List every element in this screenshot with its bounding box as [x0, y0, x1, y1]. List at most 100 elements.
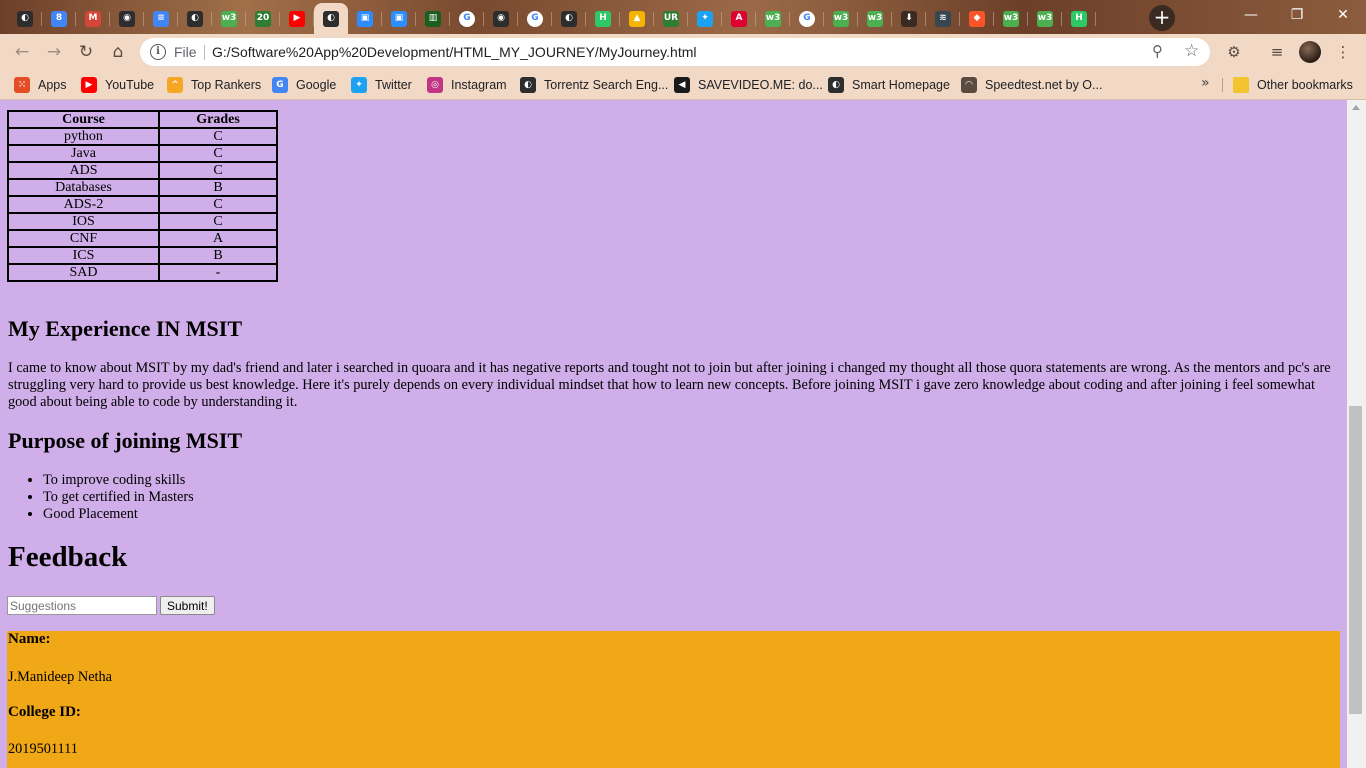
- browser-tab[interactable]: w3: [212, 3, 246, 34]
- browser-tab[interactable]: G: [450, 3, 484, 34]
- bookmark-item[interactable]: ◐ Smart Homepage: [828, 76, 950, 94]
- purpose-heading: Purpose of joining MSIT: [8, 428, 243, 453]
- reading-list-icon[interactable]: ≡: [1267, 42, 1287, 62]
- browser-tab[interactable]: ◉: [110, 3, 144, 34]
- bookmark-label: Top Rankers: [191, 78, 262, 92]
- table-row: ADS-2 C: [7, 195, 278, 214]
- browser-tab[interactable]: ▲: [620, 3, 654, 34]
- address-divider: [204, 45, 205, 60]
- browser-tab[interactable]: w3: [858, 3, 892, 34]
- bookmark-item[interactable]: ✦ Twitter: [351, 76, 412, 94]
- google-icon: G: [272, 77, 288, 93]
- browser-tab[interactable]: ▶: [280, 3, 314, 34]
- browser-tab[interactable]: ◐: [552, 3, 586, 34]
- browser-tab[interactable]: ▣: [348, 3, 382, 34]
- browser-tab[interactable]: G: [518, 3, 552, 34]
- browser-tab[interactable]: M: [76, 3, 110, 34]
- bookmark-star-icon[interactable]: ☆: [1184, 41, 1199, 61]
- table-row: Java C: [7, 144, 278, 163]
- forward-button[interactable]: →: [42, 40, 66, 64]
- reload-button[interactable]: ↻: [74, 40, 98, 64]
- browser-tab[interactable]: ◐: [8, 3, 42, 34]
- zoom-icon[interactable]: ⚲: [1152, 42, 1163, 60]
- bookmark-item[interactable]: ⁙ Apps: [14, 76, 67, 94]
- docs-icon: ≡: [153, 10, 169, 27]
- gmail-icon: M: [85, 10, 101, 27]
- browser-tab[interactable]: ◐: [178, 3, 212, 34]
- globe-icon: ◐: [561, 10, 577, 27]
- bookmark-label: SAVEVIDEO.ME: do...: [698, 78, 823, 92]
- google-icon: G: [799, 10, 815, 27]
- counter-icon: 20: [255, 10, 271, 27]
- browser-tab[interactable]: UR: [654, 3, 688, 34]
- hackerrank-icon: H: [1071, 10, 1087, 27]
- browser-tab[interactable]: ◐: [314, 3, 348, 34]
- browser-tab[interactable]: ≡: [144, 3, 178, 34]
- bookmark-item[interactable]: ◀ SAVEVIDEO.ME: do...: [674, 76, 823, 94]
- bookmark-item[interactable]: ▶ YouTube: [81, 76, 154, 94]
- globe-icon: ◐: [828, 77, 844, 93]
- new-tab-button[interactable]: +: [1149, 5, 1175, 31]
- browser-tab[interactable]: ≋: [926, 3, 960, 34]
- browser-tab[interactable]: A: [722, 3, 756, 34]
- browser-tab[interactable]: 20: [246, 3, 280, 34]
- browser-tab[interactable]: 8: [42, 3, 76, 34]
- more-bookmarks-chevron-icon[interactable]: »: [1201, 75, 1210, 91]
- experience-paragraph: I came to know about MSIT by my dad's fr…: [8, 360, 1331, 410]
- profile-avatar[interactable]: [1299, 41, 1321, 63]
- bookmark-item[interactable]: ◠ Speedtest.net by O...: [961, 76, 1102, 94]
- back-button[interactable]: ←: [10, 40, 34, 64]
- close-window-button[interactable]: ✕: [1320, 0, 1366, 30]
- browser-tab[interactable]: w3: [1028, 3, 1062, 34]
- browser-tab[interactable]: H: [1062, 3, 1096, 34]
- college-id-label: College ID:: [8, 704, 81, 720]
- grade-cell: C: [158, 144, 278, 163]
- youtube-icon: ▶: [81, 77, 97, 93]
- experience-heading: My Experience IN MSIT: [8, 316, 243, 341]
- minimize-button[interactable]: —: [1228, 0, 1274, 30]
- home-button[interactable]: ⌂: [106, 40, 130, 64]
- bookmark-item[interactable]: G Google: [272, 76, 336, 94]
- scrollbar-thumb[interactable]: [1349, 406, 1362, 714]
- table-row: python C: [7, 127, 278, 146]
- submit-button[interactable]: Submit!: [160, 596, 215, 615]
- bookmark-item[interactable]: ◐ Torrentz Search Eng...: [520, 76, 668, 94]
- w3schools-icon: w3: [1003, 10, 1019, 27]
- menu-icon[interactable]: ⋮: [1333, 42, 1353, 62]
- url-text[interactable]: G:/Software%20App%20Development/HTML_MY_…: [212, 44, 696, 60]
- course-cell: Databases: [7, 178, 160, 197]
- extension-icon[interactable]: ⚙: [1224, 42, 1244, 62]
- browser-tab[interactable]: H: [586, 3, 620, 34]
- suggestions-input[interactable]: [7, 596, 157, 615]
- tab-separator: [1095, 12, 1096, 26]
- browser-tab[interactable]: ⬇: [892, 3, 926, 34]
- browser-tab[interactable]: G: [790, 3, 824, 34]
- browser-tab[interactable]: w3: [994, 3, 1028, 34]
- browser-tab[interactable]: ▣: [382, 3, 416, 34]
- browser-tab[interactable]: w3: [824, 3, 858, 34]
- bookmark-item[interactable]: ◎ Instagram: [427, 76, 507, 94]
- purpose-list: To improve coding skills To get certifie…: [8, 472, 194, 523]
- url-scheme-label: File: [174, 44, 197, 60]
- other-bookmarks[interactable]: Other bookmarks: [1233, 76, 1353, 94]
- browser-tab[interactable]: ▥: [416, 3, 450, 34]
- browser-tab[interactable]: ◆: [960, 3, 994, 34]
- google-icon: G: [459, 10, 475, 27]
- vertical-scrollbar[interactable]: [1347, 100, 1366, 768]
- bookmark-item[interactable]: ^ Top Rankers: [167, 76, 261, 94]
- table-row: ADS C: [7, 161, 278, 180]
- browser-tab[interactable]: ◉: [484, 3, 518, 34]
- database-icon: ≋: [935, 10, 951, 27]
- w3schools-icon: w3: [833, 10, 849, 27]
- scroll-up-arrow-icon[interactable]: [1352, 105, 1360, 110]
- course-cell: ICS: [7, 246, 160, 265]
- youtube-icon: ▶: [289, 10, 305, 27]
- table-row: ICS B: [7, 246, 278, 265]
- restore-button[interactable]: ❐: [1274, 0, 1320, 30]
- twitter-icon: ✦: [697, 10, 713, 27]
- address-bar[interactable]: i File G:/Software%20App%20Development/H…: [140, 38, 1210, 66]
- browser-tab[interactable]: w3: [756, 3, 790, 34]
- browser-tab[interactable]: ✦: [688, 3, 722, 34]
- table-row: SAD -: [7, 263, 278, 282]
- site-info-icon[interactable]: i: [150, 44, 166, 60]
